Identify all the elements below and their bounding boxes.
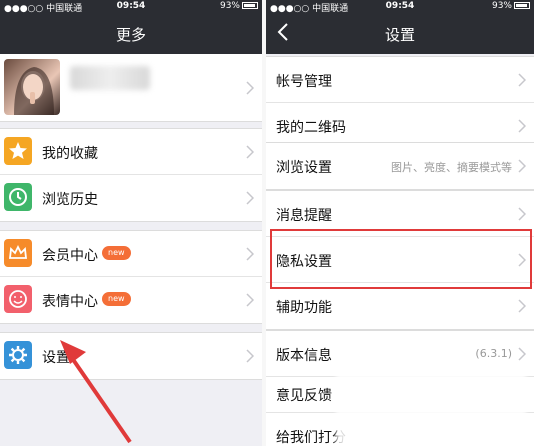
new-badge: new <box>102 292 131 306</box>
battery-icon <box>242 2 258 9</box>
settings-item-label: 版本信息 <box>276 348 332 364</box>
settings-item-account[interactable]: 帐号管理 <box>266 57 534 103</box>
battery-indicator: 93% <box>492 1 530 11</box>
blur-overlay <box>336 372 526 446</box>
settings-item-label: 消息提醒 <box>276 208 332 224</box>
crown-icon <box>4 239 32 267</box>
star-icon <box>4 137 32 165</box>
settings-item-label: 帐号管理 <box>276 74 332 90</box>
chevron-right-icon <box>518 119 526 133</box>
menu-item-history[interactable]: 浏览历史 <box>0 175 262 221</box>
settings-item-version[interactable]: 版本信息 (6.3.1) <box>266 331 534 377</box>
settings-item-label: 我的二维码 <box>276 120 346 136</box>
menu-item-label: 浏览历史 <box>42 192 98 208</box>
settings-screen: ●●●○○ 中国联通 09:54 93% 设置 帐号管理 我的二维码 浏览设置 … <box>266 0 534 446</box>
chevron-right-icon <box>518 207 526 221</box>
menu-item-favorites[interactable]: 我的收藏 <box>0 129 262 175</box>
settings-item-label: 意见反馈 <box>276 388 332 404</box>
annotation-arrow <box>60 340 132 444</box>
status-bar: ●●●○○ 中国联通 09:54 93% <box>0 0 262 14</box>
page-title: 更多 <box>115 26 146 44</box>
chevron-right-icon <box>246 145 254 159</box>
status-bar: ●●●○○ 中国联通 09:54 93% <box>266 0 534 14</box>
chevron-right-icon <box>518 299 526 313</box>
chevron-right-icon <box>246 81 254 95</box>
chevron-right-icon <box>246 349 254 363</box>
avatar <box>4 59 60 115</box>
settings-item-browse[interactable]: 浏览设置 图片、亮度、摘要模式等 <box>266 143 534 189</box>
new-badge: new <box>102 246 131 260</box>
privacy-highlight-box <box>270 229 532 289</box>
battery-icon <box>514 2 530 9</box>
chevron-right-icon <box>246 293 254 307</box>
chevron-right-icon <box>518 347 526 361</box>
chevron-right-icon <box>246 191 254 205</box>
settings-item-label: 辅助功能 <box>276 300 332 316</box>
profile-name <box>70 66 150 90</box>
chevron-right-icon <box>518 73 526 87</box>
settings-group-1: 帐号管理 我的二维码 <box>266 56 534 150</box>
profile-row[interactable] <box>0 54 262 122</box>
menu-group-2: 会员中心 new 表情中心 new <box>0 230 262 324</box>
battery-percent: 93% <box>219 1 240 11</box>
smiley-icon <box>4 285 32 313</box>
menu-item-emoji[interactable]: 表情中心 new <box>0 277 262 323</box>
menu-item-label: 我的收藏 <box>42 146 98 162</box>
more-screen: ●●●○○ 中国联通 09:54 93% 更多 我的收藏 浏览历史 会员中心 n… <box>0 0 262 446</box>
page-title: 设置 <box>384 26 415 44</box>
nav-bar: 设置 <box>266 14 534 54</box>
settings-item-value: (6.3.1) <box>475 347 512 360</box>
settings-item-value: 图片、亮度、摘要模式等 <box>391 161 512 174</box>
gear-icon <box>4 341 32 369</box>
chevron-right-icon <box>518 159 526 173</box>
settings-group-2: 浏览设置 图片、亮度、摘要模式等 <box>266 142 534 190</box>
settings-item-label: 浏览设置 <box>276 160 332 176</box>
nav-bar: 更多 <box>0 14 262 54</box>
battery-indicator: 93% <box>220 1 258 11</box>
battery-percent: 93% <box>491 1 512 11</box>
chevron-right-icon <box>246 247 254 261</box>
settings-item-accessibility[interactable]: 辅助功能 <box>266 283 534 329</box>
menu-item-vip[interactable]: 会员中心 new <box>0 231 262 277</box>
menu-group-1: 我的收藏 浏览历史 <box>0 128 262 222</box>
avatar-photo <box>14 67 54 115</box>
menu-item-label: 表情中心 <box>42 294 98 310</box>
clock-icon <box>4 183 32 211</box>
menu-item-label: 会员中心 <box>42 248 98 264</box>
